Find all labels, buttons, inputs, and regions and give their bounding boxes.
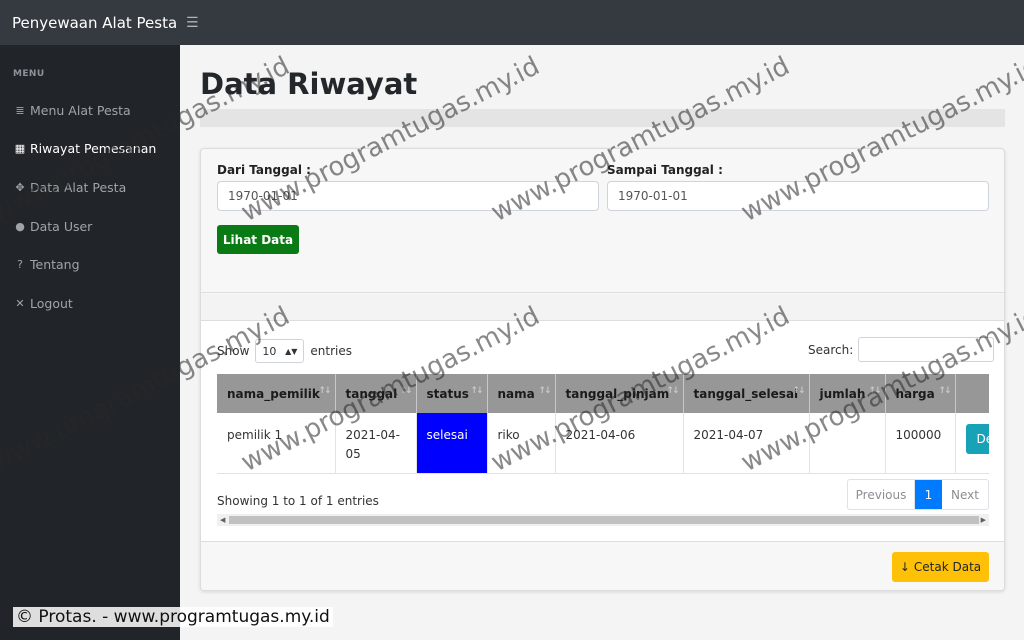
cetak-data-label: Cetak Data — [913, 560, 982, 574]
entries-label: entries — [310, 344, 352, 358]
sidebar-item-data-alat-pesta[interactable]: ✥ Data Alat Pesta — [0, 168, 180, 207]
sort-icon: ↑↓ — [938, 386, 951, 396]
cell-tanggal-selesai: 2021-04-07 — [683, 413, 810, 474]
sort-icon: ↑↓ — [399, 386, 412, 396]
sort-icon: ↑↓ — [538, 386, 551, 396]
column-header-tanggal-pinjam[interactable]: tanggal_pinjam ↑↓ — [555, 374, 684, 413]
select-caret-icon: ▲▼ — [285, 346, 298, 356]
pagination-page-1[interactable]: 1 — [915, 480, 942, 509]
question-circle-icon: ? — [17, 258, 23, 272]
sidebar-item-logout[interactable]: ✕ Logout — [0, 284, 180, 323]
cell-status: selesai — [416, 413, 488, 474]
column-header-harga[interactable]: harga ↑↓ — [885, 374, 956, 413]
download-arrow-icon: ↓ — [899, 560, 910, 574]
sort-icon: ↑↓ — [470, 386, 483, 396]
user-icon: ● — [15, 219, 25, 233]
scroll-right-icon[interactable]: ▶ — [981, 514, 986, 526]
cell-harga: 100000 — [885, 413, 956, 474]
to-date-input[interactable] — [607, 181, 989, 211]
sidebar-item-label: Logout — [30, 295, 73, 311]
cell-nama-pemilik: pemilik 1 — [217, 413, 336, 474]
cetak-data-button[interactable]: ↓ Cetak Data — [892, 552, 989, 582]
entries-length-value: 10 — [262, 344, 277, 358]
datatable-wrapper: Show 10 ▲▼ entries Search: nama_pemilik … — [201, 321, 1004, 541]
sidebar-item-label: Tentang — [30, 257, 80, 273]
copyright-text: © Protas. - www.programtugas.my.id — [13, 607, 333, 627]
sidebar-item-label: Data User — [30, 218, 93, 234]
sidebar-heading: MENU — [13, 69, 45, 79]
column-header-jumlah[interactable]: jumlah ↑↓ — [809, 374, 886, 413]
column-header-tanggal-selesai[interactable]: tanggal_selesai ↑↓ — [683, 374, 810, 413]
pagination: Previous 1 Next — [847, 479, 989, 510]
entries-length-select[interactable]: 10 ▲▼ — [255, 339, 305, 363]
sidebar-item-menu-alat-pesta[interactable]: ≣ Menu Alat Pesta — [0, 91, 180, 130]
sort-icon: ↑↓ — [868, 386, 881, 396]
column-header-tanggal[interactable]: tanggal ↑↓ — [335, 374, 417, 413]
cell-tanggal-pinjam: 2021-04-06 — [555, 413, 684, 474]
app-brand[interactable]: Penyewaan Alat Pesta — [0, 14, 180, 32]
pagination-next[interactable]: Next — [942, 480, 988, 509]
sort-icon: ↑↓ — [666, 386, 679, 396]
card-divider — [201, 294, 1004, 321]
search-control: Search: — [808, 337, 995, 362]
column-header-nama-pemilik[interactable]: nama_pemilik ↑↓ — [217, 374, 336, 413]
top-navbar: Penyewaan Alat Pesta ☰ — [0, 0, 1024, 45]
column-header-action — [955, 374, 989, 413]
sort-icon: ↑↓ — [792, 386, 805, 396]
cell-tanggal: 2021-04-05 — [335, 413, 417, 474]
main-content: Data Riwayat Dari Tanggal : Sampai Tangg… — [180, 45, 1024, 640]
sidebar-item-data-user[interactable]: ● Data User — [0, 207, 180, 246]
show-label: Show — [217, 344, 250, 358]
sidebar-item-tentang[interactable]: ? Tentang — [0, 245, 180, 284]
title-divider — [200, 109, 1005, 127]
card-footer: ↓ Cetak Data — [201, 541, 1004, 590]
cell-action: Detail — [955, 413, 989, 474]
sidebar-menu: ≣ Menu Alat Pesta ▦ Riwayat Pemesanan ✥ … — [0, 91, 180, 323]
date-filter: Dari Tanggal : Sampai Tanggal : Lihat Da… — [201, 149, 1004, 293]
table-row: pemilik 1 2021-04-05 selesai riko 2021-0… — [217, 413, 989, 474]
pagination-previous[interactable]: Previous — [848, 480, 915, 509]
cell-nama: riko — [487, 413, 556, 474]
column-header-nama[interactable]: nama ↑↓ — [487, 374, 556, 413]
sidebar-item-label: Menu Alat Pesta — [30, 102, 131, 118]
sort-icon: ↑↓ — [318, 386, 331, 396]
table-header-row: nama_pemilik ↑↓ tanggal ↑↓ status ↑↓ nama ↑↓… — [217, 374, 989, 413]
length-control: Show 10 ▲▼ entries — [217, 339, 352, 363]
menu-toggle-icon[interactable]: ☰ — [186, 15, 199, 31]
calendar-icon: ▦ — [14, 142, 26, 156]
sidebar-item-label: Data Alat Pesta — [30, 179, 127, 195]
scroll-left-icon[interactable]: ◀ — [220, 514, 225, 526]
table-info: Showing 1 to 1 of 1 entries — [217, 494, 379, 508]
sidebar-item-label: Riwayat Pemesanan — [30, 141, 157, 157]
lihat-data-button[interactable]: Lihat Data — [217, 225, 299, 254]
riwayat-table: nama_pemilik ↑↓ tanggal ↑↓ status ↑↓ nama ↑↓… — [217, 374, 989, 474]
horizontal-scrollbar[interactable]: ◀ ▶ — [217, 514, 989, 526]
detail-button[interactable]: Detail — [965, 424, 989, 454]
list-icon: ≣ — [15, 103, 25, 117]
riwayat-card: Dari Tanggal : Sampai Tanggal : Lihat Da… — [200, 148, 1005, 591]
times-circle-icon: ✕ — [15, 296, 25, 310]
cubes-icon: ✥ — [15, 180, 25, 194]
cell-jumlah — [809, 413, 886, 474]
to-date-label: Sampai Tanggal : — [607, 163, 723, 177]
column-header-status[interactable]: status ↑↓ — [416, 374, 488, 413]
search-label: Search: — [808, 342, 854, 357]
sidebar: MENU ≣ Menu Alat Pesta ▦ Riwayat Pemesan… — [0, 45, 180, 640]
search-input[interactable] — [858, 337, 995, 362]
from-date-label: Dari Tanggal : — [217, 163, 311, 177]
sidebar-item-riwayat-pemesanan[interactable]: ▦ Riwayat Pemesanan — [0, 130, 180, 169]
from-date-input[interactable] — [217, 181, 599, 211]
page-title: Data Riwayat — [200, 67, 418, 101]
scrollbar-thumb[interactable] — [229, 516, 979, 524]
riwayat-table-scroll: nama_pemilik ↑↓ tanggal ↑↓ status ↑↓ nama ↑↓… — [217, 374, 989, 474]
